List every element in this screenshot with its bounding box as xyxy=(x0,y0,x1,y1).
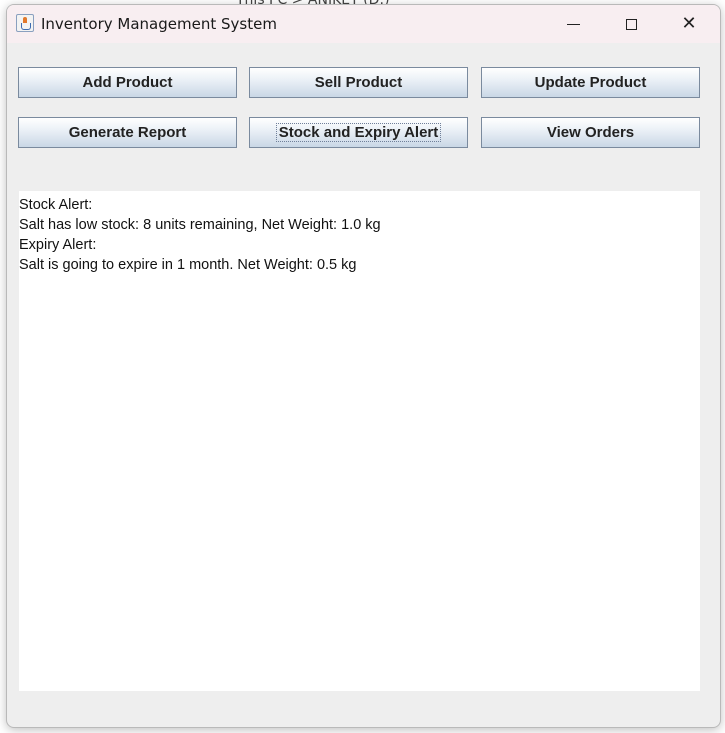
view-orders-label: View Orders xyxy=(546,124,635,141)
output-line: Salt has low stock: 8 units remaining, N… xyxy=(19,217,381,233)
maximize-icon xyxy=(625,18,637,30)
minimize-button[interactable] xyxy=(545,5,601,43)
generate-report-button[interactable]: Generate Report xyxy=(18,117,237,148)
java-app-icon xyxy=(16,14,34,32)
add-product-button[interactable]: Add Product xyxy=(18,67,237,98)
sell-product-label: Sell Product xyxy=(314,74,403,91)
add-product-label: Add Product xyxy=(82,74,173,91)
close-button[interactable]: ✕ xyxy=(661,5,717,43)
title-bar[interactable]: Inventory Management System ✕ xyxy=(7,5,720,43)
stock-expiry-alert-button[interactable]: Stock and Expiry Alert xyxy=(249,117,468,148)
output-line: Expiry Alert: xyxy=(19,237,97,253)
output-line: Salt is going to expire in 1 month. Net … xyxy=(19,257,357,273)
generate-report-label: Generate Report xyxy=(68,124,187,141)
update-product-button[interactable]: Update Product xyxy=(481,67,700,98)
sell-product-button[interactable]: Sell Product xyxy=(249,67,468,98)
close-icon: ✕ xyxy=(681,13,697,34)
update-product-label: Update Product xyxy=(534,74,647,91)
stock-expiry-alert-label: Stock and Expiry Alert xyxy=(275,123,442,142)
window-title: Inventory Management System xyxy=(41,15,277,33)
minimize-icon xyxy=(566,23,580,25)
view-orders-button[interactable]: View Orders xyxy=(481,117,700,148)
output-line: Stock Alert: xyxy=(19,197,93,213)
app-window: Inventory Management System ✕ Add Produc… xyxy=(6,4,721,728)
output-text-area[interactable]: Stock Alert: Salt has low stock: 8 units… xyxy=(19,191,700,691)
maximize-button[interactable] xyxy=(603,5,659,43)
